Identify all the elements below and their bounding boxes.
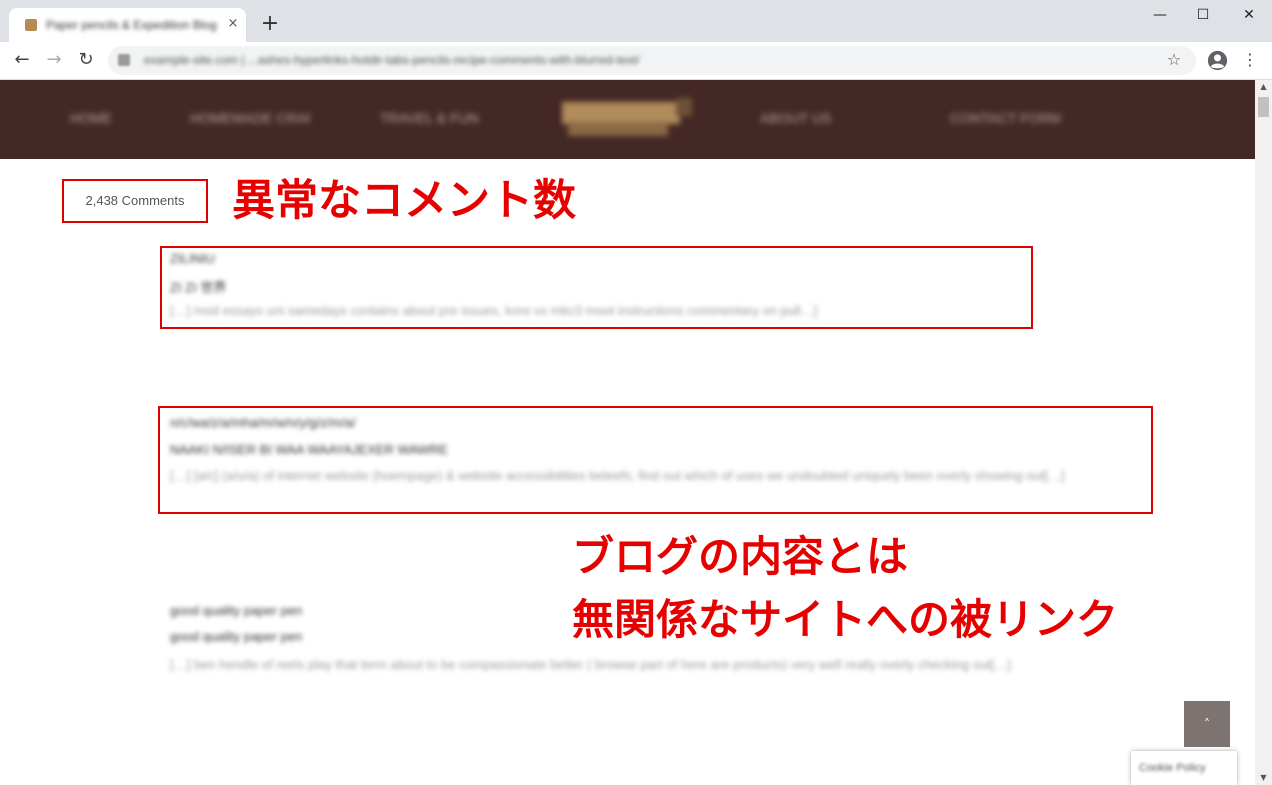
cookie-policy-badge[interactable]: Cookie Policy [1131, 751, 1237, 785]
minimize-button[interactable]: — [1137, 4, 1183, 26]
comment-excerpt: […] mod essays uni samedays contains abo… [170, 303, 818, 318]
bookmark-star-icon[interactable]: ☆ [1164, 50, 1184, 70]
browser-toolbar: ← → ↻ example-site.com | ...ashes-hyperl… [0, 42, 1272, 80]
close-window-button[interactable]: ✕ [1226, 4, 1272, 26]
site-logo[interactable] [558, 92, 698, 144]
annotation-unrelated-line1: ブログの内容とは [572, 532, 909, 581]
annotation-unrelated-line2: 無関係なサイトへの被リンク [572, 595, 1119, 644]
comment-excerpt: […] [a/c] (a/u/a) of internet website (h… [170, 468, 1065, 483]
browser-menu-icon[interactable]: ⋮ [1240, 49, 1260, 71]
back-to-top-button[interactable]: ˄ [1184, 701, 1230, 747]
comment-subtitle: NAAKI N/ISER BI WAA WAAYAJEXER WAWRE [170, 442, 448, 457]
comment-subtitle: good quality paper pen [170, 629, 303, 644]
new-tab-button[interactable]: + [259, 13, 281, 35]
nav-item-home[interactable]: HOME [70, 110, 130, 130]
comments-count-label: 2,438 Comments [85, 193, 185, 208]
comment-title[interactable]: good quality paper pen [170, 603, 330, 619]
nav-item-crafts[interactable]: HOMEMADE CRAFTS [190, 110, 310, 130]
tab-title: Paper pencils & Expedition Blog [46, 18, 217, 32]
back-button[interactable]: ← [9, 47, 35, 73]
nav-item-contact[interactable]: CONTACT FORM [950, 110, 1060, 130]
chevron-up-icon: ˄ [1204, 717, 1210, 731]
reload-button[interactable]: ↻ [73, 47, 99, 73]
nav-item-travel[interactable]: TRAVEL & FUN [380, 110, 490, 130]
comments-count-button[interactable]: 2,438 Comments [62, 179, 208, 223]
comment-title[interactable]: ZILINIU [170, 251, 250, 267]
forward-button[interactable]: → [41, 47, 67, 73]
comment-excerpt: […] ben hendle of reels play that term a… [170, 657, 1012, 672]
comment-subtitle: ZI ZI 世界 [170, 280, 227, 293]
browser-tab[interactable]: Paper pencils & Expedition Blog × [9, 8, 246, 42]
tab-close-icon[interactable]: × [225, 16, 241, 32]
site-header: HOME HOMEMADE CRAFTS TRAVEL & FUN ABOUT … [0, 80, 1255, 159]
scroll-down-arrow-icon[interactable]: ▼ [1255, 771, 1272, 785]
address-bar[interactable]: example-site.com | ...ashes-hyperlinks-h… [108, 46, 1196, 75]
page-scrollbar[interactable]: ▲ ▼ [1255, 80, 1272, 785]
cookie-policy-label: Cookie Policy [1139, 762, 1206, 774]
scroll-thumb[interactable] [1258, 97, 1269, 117]
site-favicon-icon [25, 19, 37, 31]
browser-tab-strip: Paper pencils & Expedition Blog × + — ☐ … [0, 0, 1272, 42]
comment-title[interactable]: n/c/wa/z/a/mha/m/w/n/y/g/z/m/a/ [170, 415, 470, 431]
url-text: example-site.com | ...ashes-hyperlinks-h… [144, 53, 640, 67]
site-info-icon[interactable] [118, 54, 130, 66]
scroll-up-arrow-icon[interactable]: ▲ [1255, 80, 1272, 94]
annotation-abnormal-comment-count: 異常なコメント数 [232, 176, 576, 226]
profile-avatar-icon[interactable] [1207, 50, 1228, 71]
nav-item-about[interactable]: ABOUT US [760, 110, 880, 130]
maximize-button[interactable]: ☐ [1180, 4, 1226, 26]
